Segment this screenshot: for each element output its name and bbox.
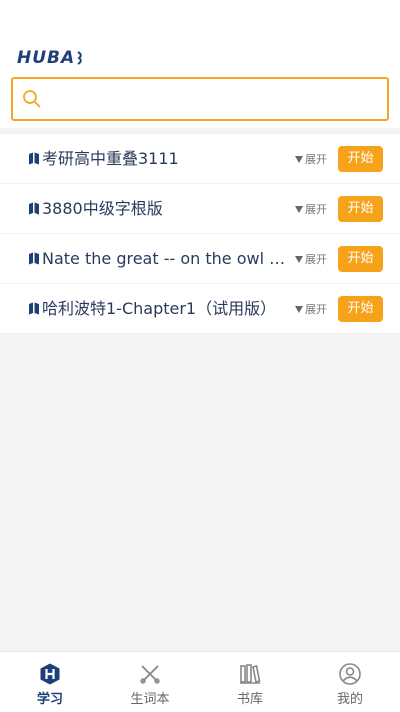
list-item[interactable]: 3880中级字根版 展开 开始 xyxy=(0,184,400,234)
tab-library[interactable]: 书库 xyxy=(200,652,300,712)
expand-label: 展开 xyxy=(305,303,327,316)
expand-toggle[interactable]: 展开 xyxy=(294,201,327,217)
book-icon xyxy=(29,302,39,315)
tab-profile[interactable]: 我的 xyxy=(300,652,400,712)
tab-label: 我的 xyxy=(336,692,363,707)
list-item[interactable]: 哈利波特1-Chapter1（试用版） 展开 开始 xyxy=(0,284,400,334)
book-title: 3880中级字根版 xyxy=(42,199,163,218)
start-button[interactable]: 开始 xyxy=(338,146,383,172)
tab-label: 书库 xyxy=(236,692,263,707)
book-icon xyxy=(29,252,39,265)
expand-toggle[interactable]: 展开 xyxy=(294,151,327,167)
library-icon xyxy=(240,664,261,684)
expand-toggle[interactable]: 展开 xyxy=(294,301,327,317)
book-title: 哈利波特1-Chapter1（试用版） xyxy=(42,299,277,318)
start-button[interactable]: 开始 xyxy=(338,296,383,322)
search-input[interactable] xyxy=(53,85,373,113)
book-icon xyxy=(29,202,39,215)
start-button[interactable]: 开始 xyxy=(338,246,383,272)
book-icon xyxy=(29,152,39,165)
triangle-down-icon xyxy=(295,156,303,163)
search-icon xyxy=(23,90,41,108)
book-list: 考研高中重叠3111 展开 开始 3880中级字根版 展开 开始 Nate th… xyxy=(0,134,400,334)
bottom-tab-bar: 学习 生词本 书库 我的 xyxy=(0,651,400,712)
start-button[interactable]: 开始 xyxy=(338,196,383,222)
huba-logo: HUBA xyxy=(17,48,84,68)
triangle-down-icon xyxy=(295,206,303,213)
expand-toggle[interactable]: 展开 xyxy=(294,251,327,267)
expand-label: 展开 xyxy=(305,253,327,266)
search-bar[interactable] xyxy=(11,77,389,121)
app-screen: HUBA 考研高中重叠3111 展开 开始 3880中级字根版 展开 开始 Na… xyxy=(0,0,400,712)
tab-vocabulary[interactable]: 生词本 xyxy=(100,652,200,712)
tab-label: 生词本 xyxy=(130,692,170,707)
expand-label: 展开 xyxy=(305,153,327,166)
profile-icon xyxy=(339,663,361,685)
logo-text: HUBA xyxy=(17,48,76,68)
tab-label: 学习 xyxy=(36,692,63,707)
list-item[interactable]: 考研高中重叠3111 展开 开始 xyxy=(0,134,400,184)
triangle-down-icon xyxy=(295,306,303,313)
book-title: Nate the great -- on the owl express xyxy=(42,249,292,268)
vocabulary-icon xyxy=(140,665,160,684)
triangle-down-icon xyxy=(295,256,303,263)
list-item[interactable]: Nate the great -- on the owl express 展开 … xyxy=(0,234,400,284)
study-icon xyxy=(40,663,60,685)
book-title: 考研高中重叠3111 xyxy=(42,149,179,168)
expand-label: 展开 xyxy=(305,203,327,216)
header: HUBA xyxy=(0,0,400,128)
tab-study[interactable]: 学习 xyxy=(0,652,100,712)
logo-mark-icon xyxy=(77,51,82,65)
